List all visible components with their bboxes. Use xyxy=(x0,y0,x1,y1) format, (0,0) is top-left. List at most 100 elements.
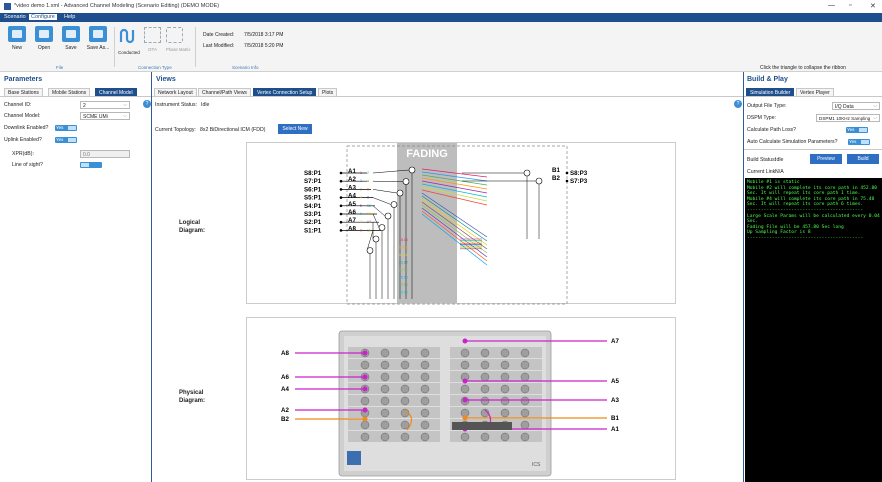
vertex-port-circle[interactable] xyxy=(366,247,374,254)
rf-connector[interactable] xyxy=(360,432,370,442)
vertex-port-circle[interactable] xyxy=(402,178,410,185)
rf-connector[interactable] xyxy=(420,372,430,382)
select-new-button[interactable]: Select New xyxy=(278,124,312,134)
rf-connector[interactable] xyxy=(500,396,510,406)
rf-connector[interactable] xyxy=(360,360,370,370)
vertex-port-circle[interactable] xyxy=(378,224,386,231)
rf-connector[interactable] xyxy=(460,432,470,442)
dspm-type-select[interactable]: DSPM1 10KHz Sampling ⌵ xyxy=(816,114,880,122)
rf-connector[interactable] xyxy=(380,420,390,430)
help-icon[interactable]: ? xyxy=(734,100,742,108)
rf-connector[interactable] xyxy=(460,384,470,394)
tab-network-layout[interactable]: Network Layout xyxy=(154,88,197,96)
channel-id-select[interactable]: 2 ⌵ xyxy=(80,101,130,109)
rf-connector[interactable] xyxy=(360,396,370,406)
rf-connector[interactable] xyxy=(380,360,390,370)
downlink-toggle[interactable]: Yes xyxy=(55,125,77,131)
vertex-port-circle[interactable] xyxy=(396,189,404,197)
rf-connector[interactable] xyxy=(520,432,530,442)
rf-connector[interactable] xyxy=(500,360,510,370)
rf-connector[interactable] xyxy=(500,408,510,418)
calc-path-loss-toggle[interactable]: Yes xyxy=(846,127,868,133)
vertex-port-circle[interactable] xyxy=(523,169,531,177)
rf-connector[interactable] xyxy=(480,432,490,442)
rf-connector[interactable] xyxy=(420,396,430,406)
close-button[interactable]: ✕ xyxy=(870,2,876,10)
rf-connector[interactable] xyxy=(500,372,510,382)
vertex-port-circle[interactable] xyxy=(390,201,398,208)
rf-connector[interactable] xyxy=(400,348,410,358)
rf-connector[interactable] xyxy=(380,348,390,358)
tab-channel-model[interactable]: Channel Model xyxy=(95,88,137,96)
menu-scenario[interactable]: Scenario xyxy=(2,14,28,20)
rf-connector[interactable] xyxy=(380,384,390,394)
menu-help[interactable]: Help xyxy=(62,14,77,20)
rf-connector[interactable] xyxy=(400,396,410,406)
rf-connector[interactable] xyxy=(520,348,530,358)
build-button[interactable]: Build xyxy=(847,154,879,164)
uplink-toggle[interactable]: Yes xyxy=(55,137,77,143)
rf-connector[interactable] xyxy=(480,360,490,370)
rf-connector[interactable] xyxy=(360,420,370,430)
tab-simulation-builder[interactable]: Simulation Builder xyxy=(746,88,795,96)
rf-connector[interactable] xyxy=(460,360,470,370)
menu-configure[interactable]: Configure xyxy=(29,14,57,20)
vertex-port-circle[interactable] xyxy=(372,235,380,243)
los-toggle[interactable] xyxy=(80,162,102,168)
rf-connector[interactable] xyxy=(500,348,510,358)
path-number: 25 26 xyxy=(399,276,408,280)
rf-connector[interactable] xyxy=(420,348,430,358)
rf-connector[interactable] xyxy=(520,420,530,430)
rf-connector[interactable] xyxy=(520,384,530,394)
tab-mobile-stations[interactable]: Mobile Stations xyxy=(48,88,91,96)
rf-connector[interactable] xyxy=(400,384,410,394)
tab-plots[interactable]: Plots xyxy=(318,88,338,96)
rf-connector[interactable] xyxy=(520,372,530,382)
tab-channel-path-views[interactable]: Channel/Path Views xyxy=(198,88,251,96)
rf-connector[interactable] xyxy=(520,360,530,370)
rf-connector[interactable] xyxy=(520,396,530,406)
rf-connector[interactable] xyxy=(380,372,390,382)
minimize-button[interactable]: — xyxy=(828,2,835,9)
rf-connector[interactable] xyxy=(480,348,490,358)
rf-connector[interactable] xyxy=(400,432,410,442)
help-icon[interactable]: ? xyxy=(143,100,151,108)
ota-button[interactable]: OTA xyxy=(144,27,161,52)
conducted-button[interactable]: Conducted xyxy=(118,27,140,55)
xpr-input[interactable]: 0.0 xyxy=(80,150,130,158)
tab-base-stations[interactable]: Base Stations xyxy=(4,88,43,96)
tab-vertex-connection-setup[interactable]: Vertex Connection Setup xyxy=(253,88,317,96)
rf-connector[interactable] xyxy=(400,372,410,382)
rf-connector[interactable] xyxy=(420,384,430,394)
rf-connector[interactable] xyxy=(420,360,430,370)
rf-connector[interactable] xyxy=(480,384,490,394)
rf-connector[interactable] xyxy=(420,432,430,442)
phase-matrix-button[interactable]: Phase Matrix xyxy=(166,27,190,52)
auto-calc-toggle[interactable]: Yes xyxy=(848,139,870,145)
new-button[interactable]: New xyxy=(5,26,29,51)
rf-connector[interactable] xyxy=(420,420,430,430)
rf-connector[interactable] xyxy=(420,408,430,418)
vertex-port-circle[interactable] xyxy=(535,177,543,185)
vertex-port-circle[interactable] xyxy=(408,166,416,174)
rf-connector[interactable] xyxy=(380,396,390,406)
rf-connector[interactable] xyxy=(380,408,390,418)
rf-connector[interactable] xyxy=(500,432,510,442)
rf-connector[interactable] xyxy=(400,360,410,370)
preview-button[interactable]: Preview xyxy=(810,154,842,164)
vertex-port-circle[interactable] xyxy=(384,212,392,220)
save-button[interactable]: Save xyxy=(59,26,83,51)
channel-model-select[interactable]: SCME UMi ⌵ xyxy=(80,112,130,120)
save-as-button[interactable]: Save As... xyxy=(86,26,110,51)
maximize-button[interactable]: ▫ xyxy=(849,2,851,9)
rf-connector[interactable] xyxy=(520,408,530,418)
rf-connector[interactable] xyxy=(400,420,410,430)
open-button[interactable]: Open xyxy=(32,26,56,51)
rf-connector[interactable] xyxy=(380,432,390,442)
rf-connector[interactable] xyxy=(500,384,510,394)
rf-connector[interactable] xyxy=(480,396,490,406)
rf-connector[interactable] xyxy=(460,348,470,358)
tab-vertex-player[interactable]: Vertex Player xyxy=(796,88,834,96)
rf-connector[interactable] xyxy=(480,372,490,382)
output-file-type-select[interactable]: I/Q Data ⌵ xyxy=(832,102,880,110)
